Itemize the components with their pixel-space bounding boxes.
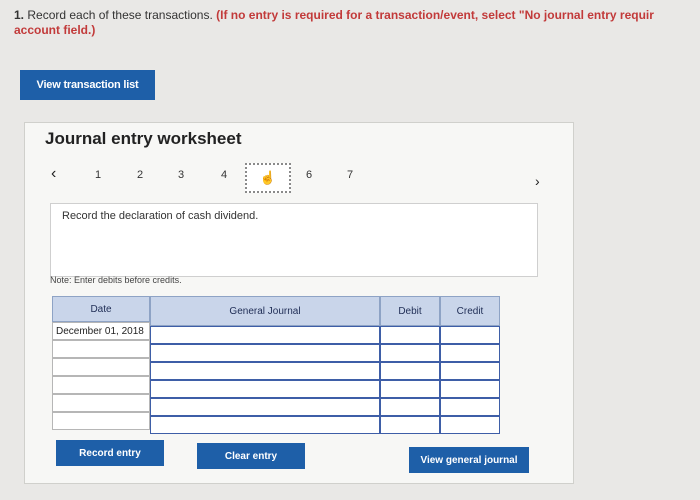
page-3[interactable]: 3: [178, 169, 184, 181]
chevron-left-icon[interactable]: ‹: [51, 165, 56, 183]
question-number: 1.: [14, 8, 25, 22]
instruction-note-line1: (If no entry is required for a transacti…: [216, 8, 654, 22]
credit-field[interactable]: [440, 416, 500, 434]
page-1[interactable]: 1: [95, 169, 101, 181]
current-page-5[interactable]: ☝: [245, 163, 291, 193]
debit-field[interactable]: [380, 344, 440, 362]
debit-field[interactable]: [380, 362, 440, 380]
clear-entry-button[interactable]: Clear entry: [197, 443, 305, 469]
debit-field[interactable]: [380, 416, 440, 434]
date-header: Date: [52, 296, 150, 322]
transaction-description: Record the declaration of cash dividend.: [62, 210, 259, 222]
debit-field[interactable]: [380, 326, 440, 344]
debit-credit-note: Note: Enter debits before credits.: [50, 275, 182, 285]
date-cell[interactable]: [52, 394, 150, 412]
credit-header: Credit: [440, 296, 500, 326]
date-cell[interactable]: [52, 376, 150, 394]
record-entry-button[interactable]: Record entry: [56, 440, 164, 466]
credit-field[interactable]: [440, 398, 500, 416]
instruction-text: 1. Record each of these transactions. (I…: [14, 8, 700, 38]
transaction-description-box: Record the declaration of cash dividend.: [50, 203, 538, 277]
page-2[interactable]: 2: [137, 169, 143, 181]
credit-field[interactable]: [440, 380, 500, 398]
debit-field[interactable]: [380, 398, 440, 416]
date-cell[interactable]: [52, 358, 150, 376]
worksheet-title: Journal entry worksheet: [45, 129, 242, 148]
instruction-note-line2: account field.): [14, 23, 96, 37]
date-cell[interactable]: December 01, 2018: [52, 322, 150, 340]
view-general-journal-button[interactable]: View general journal: [409, 447, 529, 473]
account-field[interactable]: [150, 362, 380, 380]
journal-entry-worksheet: Journal entry worksheet ‹ 1 2 3 4 ☝ 6 7 …: [24, 122, 574, 484]
account-field[interactable]: [150, 398, 380, 416]
date-cell[interactable]: [52, 412, 150, 430]
transaction-pager: ‹ 1 2 3 4 ☝ 6 7 ›: [25, 163, 573, 193]
general-journal-header: General Journal: [150, 296, 380, 326]
view-transaction-list-button[interactable]: View transaction list: [20, 70, 155, 100]
credit-field[interactable]: [440, 326, 500, 344]
account-field[interactable]: [150, 416, 380, 434]
account-field[interactable]: [150, 380, 380, 398]
debit-field[interactable]: [380, 380, 440, 398]
account-field[interactable]: [150, 344, 380, 362]
debit-header: Debit: [380, 296, 440, 326]
page-7[interactable]: 7: [347, 169, 353, 181]
date-cell[interactable]: [52, 340, 150, 358]
credit-field[interactable]: [440, 362, 500, 380]
page-6[interactable]: 6: [306, 169, 312, 181]
page-4[interactable]: 4: [221, 169, 227, 181]
chevron-right-icon[interactable]: ›: [535, 173, 540, 189]
account-field[interactable]: [150, 326, 380, 344]
credit-field[interactable]: [440, 344, 500, 362]
instruction-main: Record each of these transactions.: [27, 8, 213, 22]
hand-pointer-icon: ☝: [259, 170, 277, 185]
